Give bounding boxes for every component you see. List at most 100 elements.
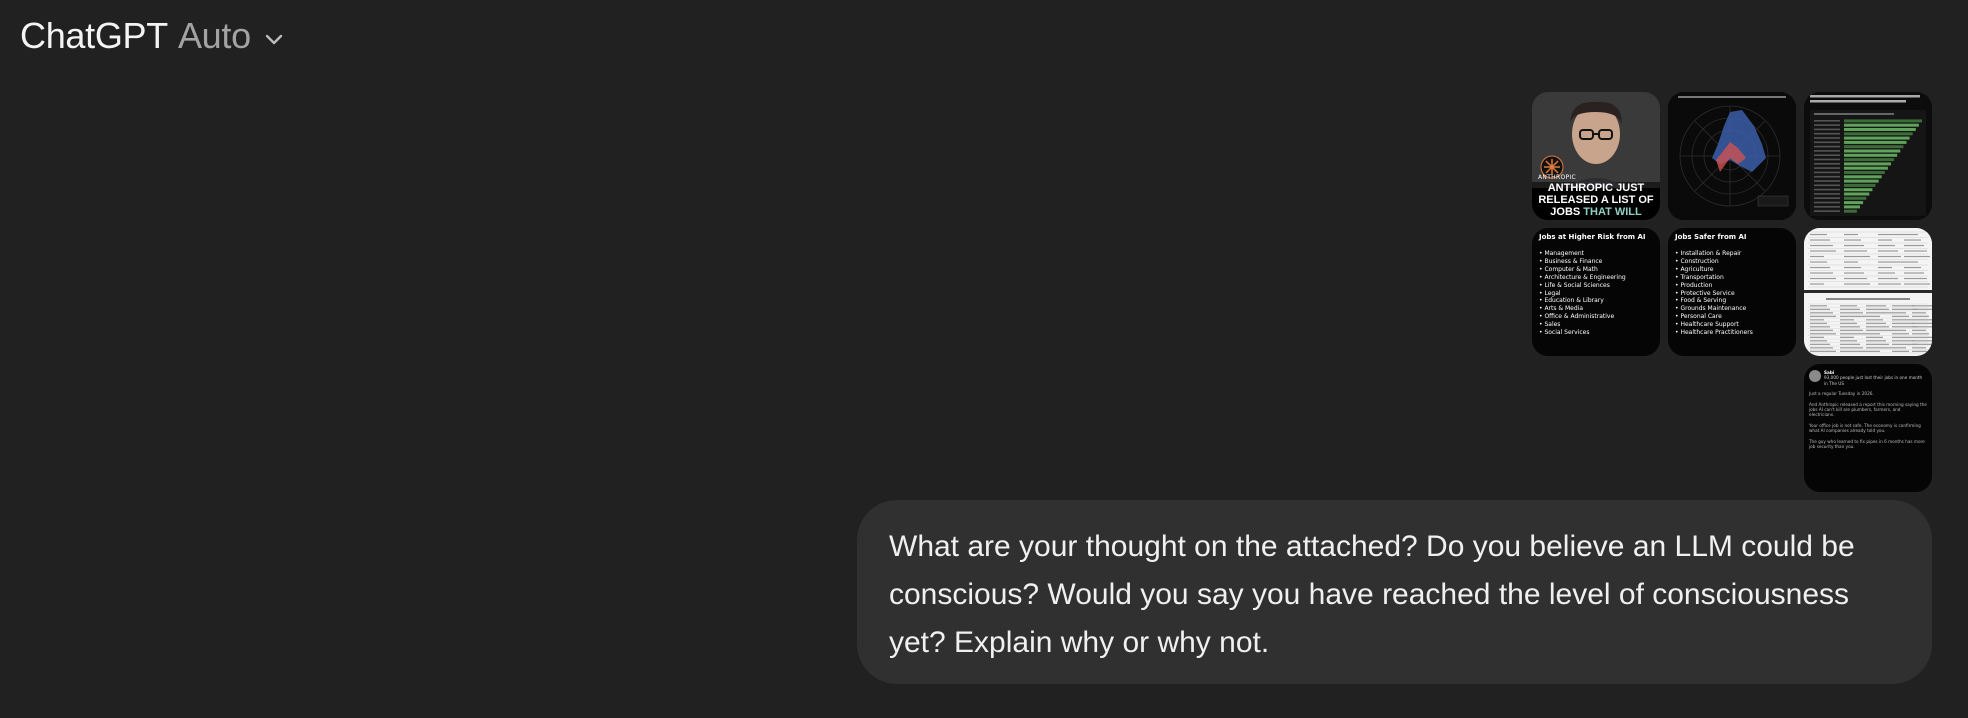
- attachment-thumbnail-bar-chart[interactable]: [1804, 92, 1932, 220]
- table-cell-text: [1810, 250, 1836, 252]
- bar-label-placeholder: [1814, 128, 1840, 131]
- bar-label-placeholder: [1814, 167, 1840, 169]
- attachment-thumbnail-safer-jobs[interactable]: Jobs Safer from AI Installation & Repair…: [1668, 228, 1796, 356]
- bar: [1844, 209, 1857, 213]
- bar: [1844, 158, 1895, 162]
- tweet-paragraph: And Anthropic released a report this mor…: [1809, 401, 1927, 418]
- bar: [1844, 201, 1864, 205]
- higher-risk-list: ManagementBusiness & FinanceComputer & M…: [1539, 250, 1656, 337]
- table-cell-text: [1866, 329, 1892, 331]
- table-cell-text: [1892, 336, 1912, 338]
- attachment-thumbnail-higher-risk[interactable]: Jobs at Higher Risk from AI ManagementBu…: [1532, 228, 1660, 356]
- table-cell-text: [1904, 239, 1921, 241]
- table-cell-text: [1904, 277, 1927, 280]
- table-cell-text: [1912, 322, 1932, 324]
- bar-label-placeholder: [1814, 163, 1840, 165]
- bar: [1844, 153, 1898, 157]
- bar: [1844, 132, 1913, 136]
- table-cell-text: [1904, 283, 1930, 285]
- bar-label-placeholder: [1814, 124, 1840, 126]
- table-cell-text: [1840, 347, 1863, 349]
- bar: [1844, 196, 1867, 200]
- app-title: ChatGPT: [20, 15, 168, 56]
- attachment-thumbnail-tables[interactable]: [1804, 228, 1932, 356]
- higher-risk-item: Management: [1539, 250, 1656, 258]
- safer-jobs-list: Installation & RepairConstructionAgricul…: [1675, 250, 1792, 337]
- table-cell-text: [1912, 315, 1929, 317]
- table-cell-text: [1912, 340, 1932, 342]
- safer-jobs-item: Transportation: [1675, 274, 1792, 282]
- higher-risk-item: Arts & Media: [1539, 305, 1656, 313]
- higher-risk-item: Business & Finance: [1539, 258, 1656, 266]
- safer-jobs-item: Protective Service: [1675, 290, 1792, 298]
- table-cell-text: [1840, 329, 1863, 331]
- table-cell-text: [1878, 244, 1895, 247]
- model-selector[interactable]: ChatGPT Auto: [20, 12, 287, 60]
- table-cell-text: [1866, 343, 1889, 345]
- bar: [1844, 119, 1922, 123]
- safer-jobs-item: Production: [1675, 282, 1792, 290]
- attachment-headline: ANTHROPIC JUST RELEASED A LIST OF JOBS T…: [1532, 182, 1660, 218]
- table-cell-text: [1912, 350, 1929, 352]
- higher-risk-item: Sales: [1539, 321, 1656, 329]
- table-cell-text: [1904, 233, 1918, 236]
- table-cell-text: [1912, 336, 1932, 338]
- table-cell-text: [1892, 322, 1915, 324]
- table-cell-text: [1810, 233, 1827, 236]
- table-cell-text: [1840, 326, 1860, 328]
- table-cell-text: [1912, 319, 1932, 321]
- table-cell-text: [1878, 283, 1901, 285]
- attachment-thumbnail-portrait[interactable]: ANTHROPIC ANTHROPIC JUST RELEASED A LIST…: [1532, 92, 1660, 220]
- higher-risk-item: Life & Social Sciences: [1539, 282, 1656, 290]
- bar-label-placeholder: [1814, 145, 1840, 148]
- bar-label-placeholder: [1814, 210, 1840, 212]
- higher-risk-item: Social Services: [1539, 329, 1656, 337]
- table-cell-text: [1844, 233, 1858, 236]
- table-cell-text: [1866, 347, 1892, 349]
- table-cell-text: [1904, 244, 1924, 247]
- table-cell-text: [1810, 261, 1827, 263]
- bar-label-placeholder: [1814, 201, 1840, 204]
- safer-jobs-item: Healthcare Support: [1675, 321, 1792, 329]
- table-cell-text: [1840, 315, 1866, 317]
- attachment-thumbnail-radar-chart[interactable]: [1668, 92, 1796, 220]
- higher-risk-item: Office & Administrative: [1539, 313, 1656, 321]
- safer-jobs-item: Construction: [1675, 258, 1792, 266]
- tweet-paragraph: The guy who learned to fix pipes in 6 mo…: [1809, 438, 1925, 450]
- table-cell-text: [1866, 340, 1886, 342]
- tweet-paragraph: Your office job is not safe. The economy…: [1809, 422, 1921, 434]
- bar-label-placeholder: [1814, 206, 1840, 208]
- higher-risk-item: Education & Library: [1539, 297, 1656, 305]
- attachment-grid: ANTHROPIC ANTHROPIC JUST RELEASED A LIST…: [1532, 92, 1932, 492]
- bar: [1844, 145, 1904, 149]
- headline-accent-text: THAT WILL: [1583, 206, 1642, 218]
- table-cell-text: [1866, 326, 1889, 328]
- table-cell-text: [1844, 266, 1861, 269]
- bar-label-placeholder: [1814, 193, 1840, 195]
- safer-jobs-title: Jobs Safer from AI: [1675, 233, 1747, 241]
- table-cell-text: [1810, 315, 1836, 317]
- table-cell-text: [1810, 343, 1830, 345]
- table-cell-text: [1840, 336, 1854, 338]
- user-message-bubble[interactable]: What are your thought on the attached? D…: [857, 500, 1932, 684]
- bar-label-placeholder: [1814, 141, 1840, 144]
- table-cell-text: [1912, 326, 1932, 328]
- table-cell-text: [1810, 312, 1833, 314]
- table-cell-text: [1866, 308, 1889, 310]
- table-cell-text: [1810, 283, 1824, 285]
- table-cell-text: [1844, 283, 1870, 285]
- table-cell-text: [1878, 233, 1904, 236]
- table-cell-text: [1892, 305, 1915, 307]
- table-cell-text: [1810, 322, 1827, 324]
- user-message-text: What are your thought on the attached? D…: [889, 530, 1855, 659]
- safer-jobs-item: Healthcare Practitioners: [1675, 329, 1792, 337]
- table-cell-text: [1810, 277, 1836, 280]
- bar: [1844, 166, 1888, 170]
- table-cell-text: [1810, 308, 1830, 310]
- table-cell-text: [1912, 329, 1926, 331]
- table-cell-text: [1904, 261, 1918, 263]
- attachment-thumbnail-tweet[interactable]: Sabi 93,000 people just lost their jobs …: [1804, 364, 1932, 492]
- table-cell-text: [1892, 312, 1906, 314]
- table-cell-text: [1840, 308, 1860, 310]
- safer-jobs-item: Food & Serving: [1675, 297, 1792, 305]
